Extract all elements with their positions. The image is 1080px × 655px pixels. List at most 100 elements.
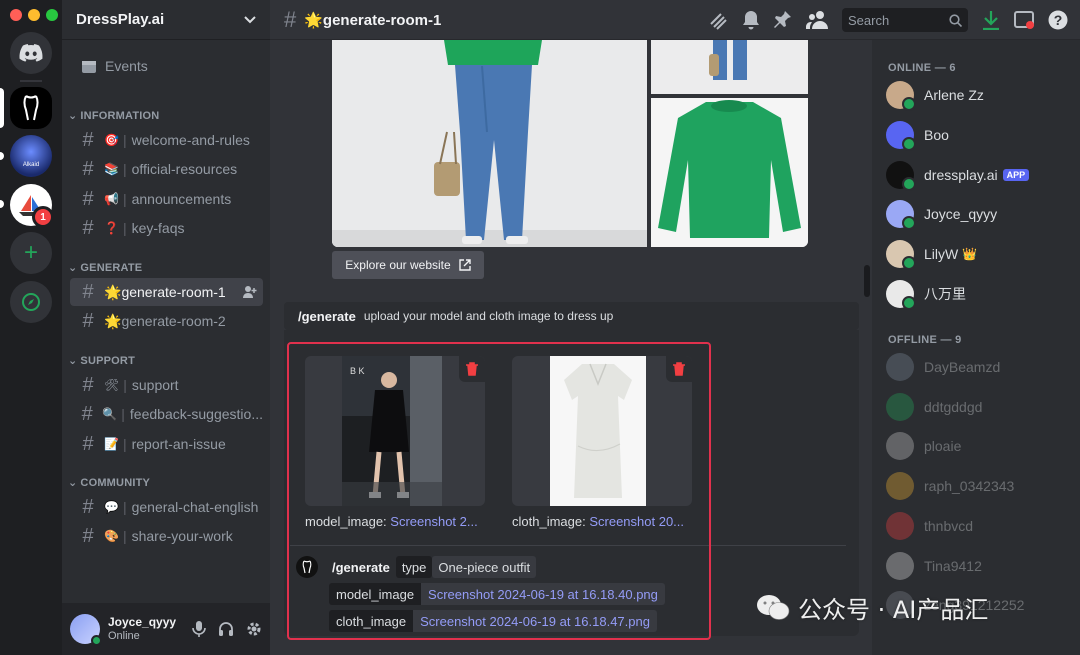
avatar[interactable] xyxy=(886,392,914,421)
explore-icon[interactable] xyxy=(10,281,52,323)
minimize-window-button[interactable] xyxy=(28,9,40,21)
svg-text:?: ? xyxy=(1054,12,1063,28)
channel-label: general-chat-english xyxy=(131,499,259,515)
channel-feedback-suggestions[interactable]: # 🔍 | feedback-suggestio... xyxy=(70,400,263,428)
chat-scrollbar[interactable] xyxy=(864,265,870,297)
avatar[interactable] xyxy=(886,551,914,580)
discord-home-icon[interactable] xyxy=(10,32,52,74)
close-window-button[interactable] xyxy=(10,9,22,21)
help-icon[interactable]: ? xyxy=(1048,10,1068,30)
threads-icon[interactable] xyxy=(708,10,728,30)
search-input[interactable]: Search xyxy=(842,8,968,32)
channel-report-an-issue[interactable]: # 📝 | report-an-issue xyxy=(70,430,263,458)
hash-icon: # xyxy=(82,373,94,396)
member-item[interactable]: thnbvcd xyxy=(886,510,1076,542)
channel-announcements[interactable]: # 📢 | announcements xyxy=(70,185,263,213)
category-label: GENERATE xyxy=(80,261,143,274)
member-item[interactable]: Tina9412 xyxy=(886,550,1076,582)
microphone-icon[interactable] xyxy=(192,621,206,637)
guild-header[interactable]: DressPlay.ai xyxy=(62,0,270,40)
member-item[interactable]: Joyce_qyyy xyxy=(886,198,1076,231)
category-community[interactable]: ⌄ COMMUNITY xyxy=(68,476,150,490)
channel-support[interactable]: # 🛠 | support xyxy=(70,371,263,399)
events-item[interactable]: Events xyxy=(70,52,263,80)
member-item[interactable]: 八万里 xyxy=(886,278,1076,310)
crown-icon: 👑 xyxy=(962,247,978,262)
user-info[interactable]: Joyce_qyyy Online xyxy=(108,614,177,642)
channel-official-resources[interactable]: # 📚 | official-resources xyxy=(70,155,263,183)
channel-emoji: 🔍 xyxy=(102,407,118,421)
avatar[interactable] xyxy=(886,472,914,501)
avatar[interactable] xyxy=(886,432,914,461)
avatar[interactable] xyxy=(886,353,914,381)
separator: | xyxy=(122,499,127,515)
channel-welcome-and-rules[interactable]: # 🎯 | welcome-and-rules xyxy=(70,126,263,154)
unread-server-pill xyxy=(0,152,4,160)
hash-icon: # xyxy=(82,128,94,151)
avatar[interactable] xyxy=(886,280,916,310)
category-support[interactable]: ⌄ SUPPORT xyxy=(68,354,135,368)
member-item[interactable]: Boo xyxy=(886,119,1076,151)
command-name: /generate xyxy=(298,308,356,324)
channel-label: official-resources xyxy=(131,161,238,177)
member-item[interactable]: DayBeamzd xyxy=(886,351,1076,383)
channel-generate-room-2[interactable]: # 🌟 generate-room-2 xyxy=(70,307,263,335)
download-icon[interactable] xyxy=(982,10,1000,30)
channel-share-your-work[interactable]: # 🎨 | share-your-work xyxy=(70,522,263,550)
bell-icon[interactable] xyxy=(742,10,760,30)
gear-icon[interactable] xyxy=(246,621,262,637)
user-name: Joyce_qyyy xyxy=(108,614,177,629)
avatar[interactable] xyxy=(886,160,916,191)
alkaid-server[interactable]: Alkaid xyxy=(10,135,52,177)
explore-website-button[interactable]: Explore our website xyxy=(332,251,484,279)
add-member-icon[interactable] xyxy=(243,285,257,299)
channel-emoji: 📢 xyxy=(104,192,119,206)
dressplay-server[interactable] xyxy=(10,87,52,129)
green-sweater-image[interactable] xyxy=(651,98,808,247)
command-header: /generate upload your model and cloth im… xyxy=(284,302,859,330)
avatar[interactable] xyxy=(886,511,914,540)
channel-label: feedback-suggestio... xyxy=(129,406,263,422)
watermark: 公众号 · AI产品汇 xyxy=(756,590,988,625)
member-item[interactable]: LilyW 👑 xyxy=(886,238,1076,271)
member-item[interactable]: Arlene Zz xyxy=(886,79,1076,111)
window-controls xyxy=(10,9,58,21)
app-badge: APP xyxy=(1002,168,1030,181)
member-list-icon[interactable] xyxy=(806,10,828,30)
online-status-icon xyxy=(902,256,916,271)
hash-icon: # xyxy=(82,157,94,180)
avatar[interactable] xyxy=(70,614,102,646)
headphones-icon[interactable] xyxy=(218,621,234,637)
sailboat-server[interactable]: 1 xyxy=(10,184,54,228)
events-label: Events xyxy=(105,58,148,74)
pin-icon[interactable] xyxy=(774,10,792,30)
member-item[interactable]: dressplay.ai APP xyxy=(886,159,1076,191)
avatar[interactable] xyxy=(886,240,916,271)
member-name: DayBeamzd xyxy=(924,359,1001,375)
separator: | xyxy=(122,436,127,452)
channel-label: generate-room-2 xyxy=(121,313,226,329)
outfit-photo-image[interactable] xyxy=(332,40,647,247)
outfit-detail-image[interactable] xyxy=(651,40,808,94)
category-information[interactable]: ⌄ INFORMATION xyxy=(68,109,159,123)
zoom-window-button[interactable] xyxy=(46,9,58,21)
channel-sidebar: DressPlay.ai Events ⌄ INFORMATION # 🎯 | w… xyxy=(62,0,270,655)
channel-label: report-an-issue xyxy=(131,436,226,452)
member-item[interactable]: raph_0342343 xyxy=(886,470,1076,502)
hash-icon: # xyxy=(82,524,94,547)
add-server-icon[interactable]: + xyxy=(10,232,52,274)
channel-label: share-your-work xyxy=(131,528,233,544)
member-item[interactable]: ploaie xyxy=(886,430,1076,462)
avatar[interactable] xyxy=(886,120,916,151)
member-item[interactable]: ddtgddgd xyxy=(886,391,1076,423)
category-generate[interactable]: ⌄ GENERATE xyxy=(68,261,143,275)
inbox-icon[interactable] xyxy=(1014,10,1034,30)
avatar[interactable] xyxy=(886,200,916,231)
channel-generate-room-1[interactable]: # 🌟 generate-room-1 xyxy=(70,278,263,306)
channel-general-chat-english[interactable]: # 💬 | general-chat-english xyxy=(70,493,263,521)
avatar[interactable] xyxy=(886,81,916,111)
member-name: raph_0342343 xyxy=(924,478,1015,495)
channel-label: announcements xyxy=(131,191,232,207)
hash-icon: # xyxy=(284,6,297,32)
channel-key-faqs[interactable]: # ❓ | key-faqs xyxy=(70,214,263,242)
